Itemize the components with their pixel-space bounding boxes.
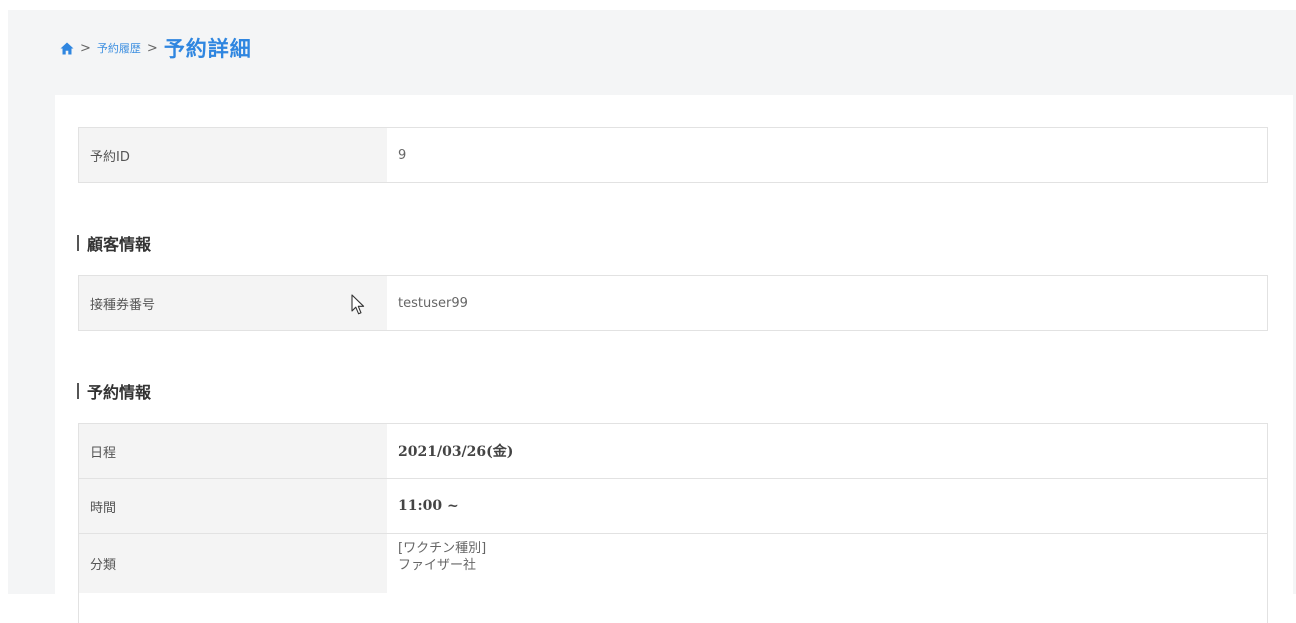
detail-card: 予約ID 9 顧客情報 接種券番号 testuser99 予約情報 日程 202…	[55, 95, 1293, 623]
ticket-number-label: 接種券番号	[79, 276, 387, 330]
reservation-id-row: 予約ID 9	[79, 128, 1267, 182]
date-label: 日程	[79, 424, 387, 478]
reservation-table: 日程 2021/03/26(金) 時間 11:00 ~ 分類 [ワクチン種別] …	[78, 423, 1268, 623]
breadcrumb: > 予約履歴 > 予約詳細	[60, 30, 252, 66]
reservation-id-table: 予約ID 9	[78, 127, 1268, 183]
date-row: 日程 2021/03/26(金)	[79, 424, 1267, 478]
breadcrumb-separator: >	[146, 40, 158, 56]
customer-section-heading: 顧客情報	[77, 231, 151, 255]
time-label: 時間	[79, 479, 387, 533]
ticket-number-value: testuser99	[398, 295, 468, 311]
page-title: 予約詳細	[163, 37, 252, 61]
time-row: 時間 11:00 ~	[79, 478, 1267, 533]
category-value: [ワクチン種別] ファイザー社	[387, 534, 1267, 593]
page-background: > 予約履歴 > 予約詳細 予約ID 9 顧客情報 接種券番号 testuser…	[8, 10, 1296, 623]
category-label: 分類	[79, 534, 387, 593]
category-line-1: [ワクチン種別]	[398, 541, 487, 556]
reservation-id-value: 9	[398, 147, 407, 163]
breadcrumb-separator: >	[80, 40, 91, 56]
breadcrumb-history-link[interactable]: 予約履歴	[97, 40, 141, 56]
home-link[interactable]	[60, 42, 74, 55]
home-icon[interactable]	[60, 42, 74, 55]
mouse-pointer-icon	[351, 294, 365, 315]
section-marker	[77, 235, 79, 251]
section-marker	[77, 383, 79, 399]
date-value: 2021/03/26(金)	[398, 444, 514, 460]
ticket-number-row: 接種券番号 testuser99	[79, 276, 1267, 330]
reservation-section-heading: 予約情報	[77, 379, 151, 403]
customer-table: 接種券番号 testuser99	[78, 275, 1268, 331]
reservation-section-title: 予約情報	[87, 383, 152, 402]
category-row: 分類 [ワクチン種別] ファイザー社	[79, 533, 1267, 593]
time-value: 11:00 ~	[398, 498, 459, 514]
customer-section-title: 顧客情報	[87, 235, 152, 254]
reservation-id-label: 予約ID	[79, 128, 387, 182]
category-line-2: ファイザー社	[398, 558, 477, 573]
